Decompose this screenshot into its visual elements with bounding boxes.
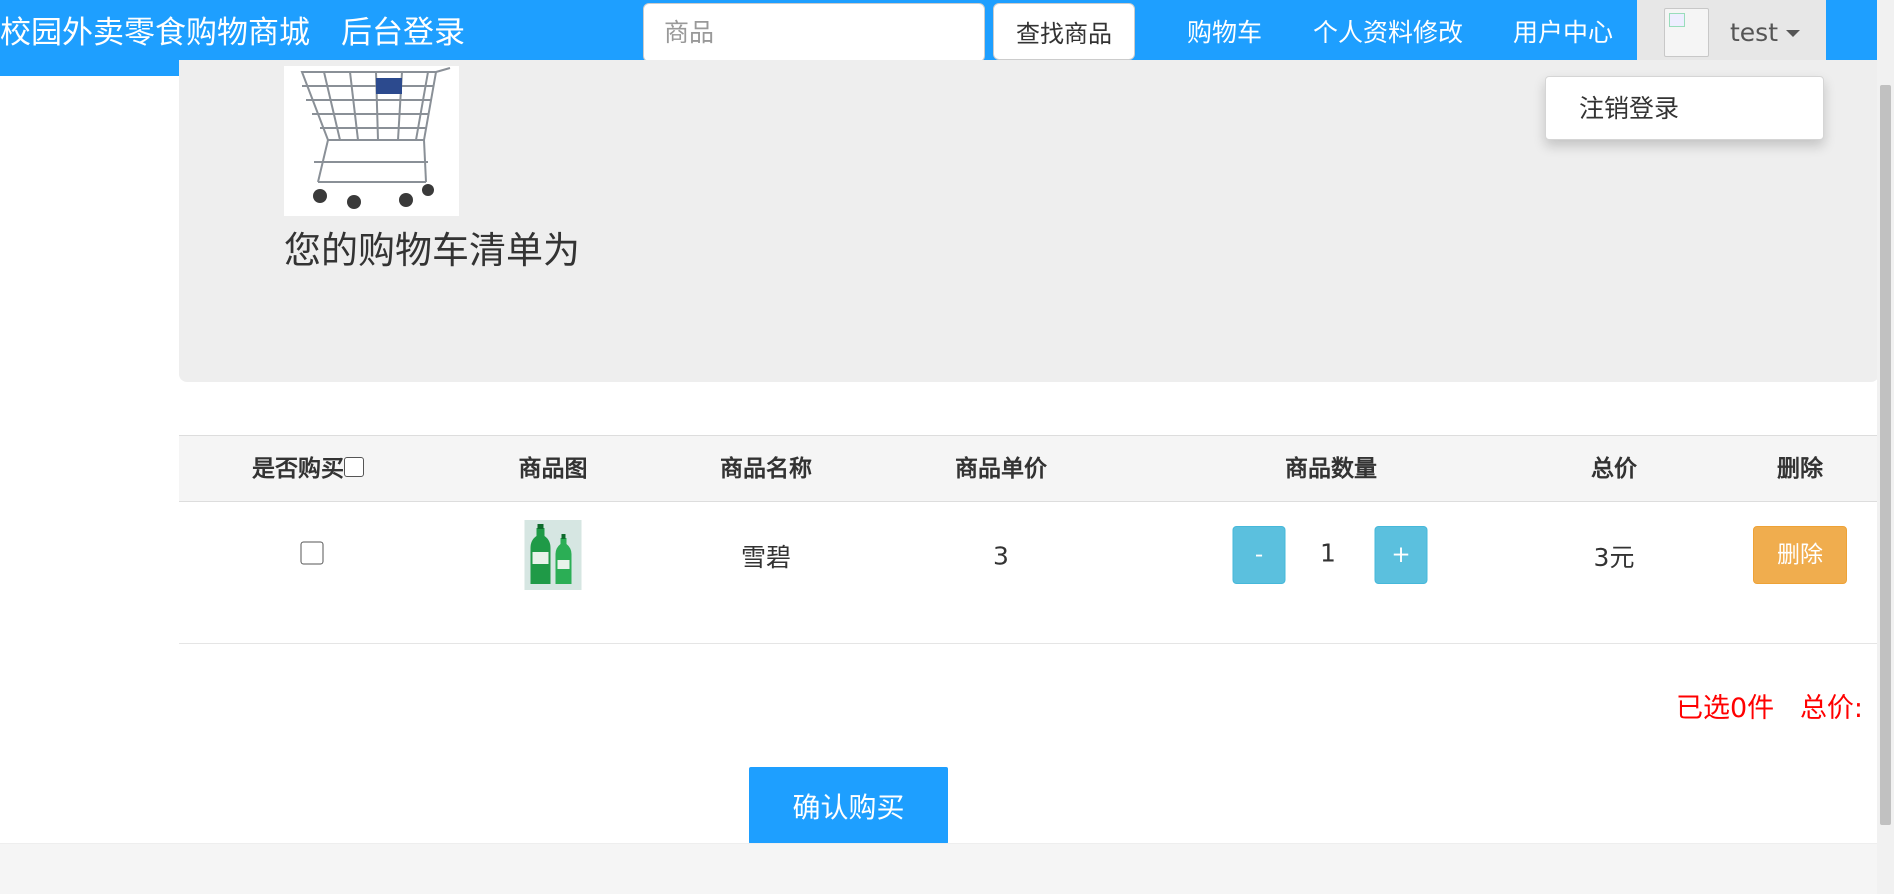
confirm-purchase-button[interactable]: 确认购买 [749,767,948,844]
page: 校园外卖零食购物商城 后台登录 查找商品 购物车 个人资料修改 用户中心 tes… [0,0,1894,894]
logout-menu-item[interactable]: 注销登录 [1579,77,1679,141]
nav-user-center-link[interactable]: 用户中心 [1513,0,1613,66]
increase-quantity-button[interactable]: + [1374,526,1428,584]
header-delete: 删除 [1777,456,1823,482]
table-row: 雪碧 3 - 1 + 3元 删除 [179,502,1879,644]
user-dropdown-menu: 注销登录 [1545,76,1824,140]
username: test [1730,18,1779,47]
vertical-scrollbar[interactable] [1877,0,1894,894]
brand-title[interactable]: 校园外卖零食购物商城 [0,0,310,66]
header-quantity: 商品数量 [1285,456,1377,482]
header-unit-price: 商品单价 [955,456,1047,482]
footer [0,843,1894,894]
header-buy-check: 是否购买 [252,436,364,503]
cart-list-title: 您的购物车清单为 [284,229,580,272]
sprite-bottle-icon [524,520,582,590]
delete-button[interactable]: 删除 [1753,526,1847,584]
scrollbar-thumb[interactable] [1880,85,1891,825]
row-total: 3元 [1593,543,1635,572]
shopping-cart-icon [300,67,451,209]
caret-down-icon [1786,30,1800,37]
product-thumbnail [524,520,582,590]
total-price-label: 总价: [1799,693,1864,724]
nav-cart-link[interactable]: 购物车 [1187,0,1262,66]
search-button[interactable]: 查找商品 [993,3,1135,60]
quantity-value: 1 [1320,538,1336,568]
admin-login-link[interactable]: 后台登录 [341,0,465,66]
avatar [1664,8,1709,57]
cart-summary: 已选0件 总价: [1676,686,1863,725]
unit-price: 3 [993,541,1009,571]
product-name: 雪碧 [740,543,792,572]
selected-count: 已选0件 [1676,693,1775,724]
header-name: 商品名称 [720,456,812,482]
select-all-checkbox[interactable] [344,457,364,477]
nav-profile-edit-link[interactable]: 个人资料修改 [1313,0,1463,66]
row-buy-checkbox[interactable] [300,541,324,565]
shopping-cart-image [284,66,459,216]
header-label: 是否购买 [252,456,344,482]
cart-table-header: 是否购买 商品图 商品名称 商品单价 商品数量 总价 删除 [179,435,1879,502]
decrease-quantity-button[interactable]: - [1232,526,1286,584]
header-image: 商品图 [518,456,588,482]
header-total: 总价 [1591,456,1637,482]
search-input[interactable] [643,3,985,62]
